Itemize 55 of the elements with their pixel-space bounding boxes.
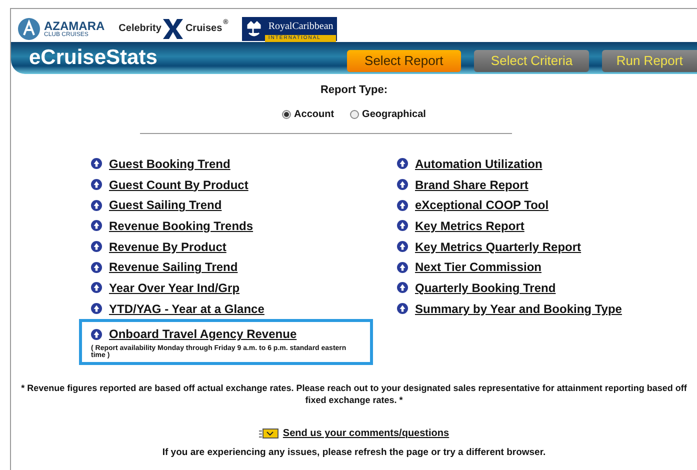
arrow-up-icon xyxy=(91,158,102,170)
globe-icon xyxy=(17,16,41,40)
radio-label: Account xyxy=(294,108,334,122)
arrow-up-icon xyxy=(397,241,408,252)
report-link[interactable]: eXceptional COOP Tool xyxy=(415,196,549,214)
footnote-text: * Revenue figures reported are based off actual exchange rates. Please reach out to your designated sales representative for attainment reporting based off fixed exchange rates. * xyxy=(20,382,688,406)
report-link[interactable]: Onboard Travel Agency Revenue xyxy=(109,325,297,344)
report-link[interactable]: Quarterly Booking Trend xyxy=(415,278,556,297)
x-logo-icon xyxy=(162,18,184,38)
arrow-up-icon xyxy=(91,262,102,273)
report-link[interactable]: Guest Sailing Trend xyxy=(109,196,222,214)
arrow-up-icon xyxy=(397,158,408,170)
arrow-up-icon xyxy=(91,303,102,314)
arrow-up-icon xyxy=(91,200,102,211)
arrow-up-icon xyxy=(91,220,102,232)
app-title: eCruiseStats xyxy=(29,45,158,71)
arrow-up-icon xyxy=(397,220,408,232)
arrow-up-icon xyxy=(397,179,408,190)
arrow-up-icon xyxy=(397,303,408,314)
logo-text: Celebrity xyxy=(118,22,162,36)
report-link[interactable]: Year Over Year Ind/Grp xyxy=(109,278,240,297)
report-link[interactable]: Brand Share Report xyxy=(415,176,528,194)
arrow-up-icon xyxy=(397,262,408,273)
report-link[interactable]: Guest Booking Trend xyxy=(109,154,230,173)
radio-button[interactable] xyxy=(350,110,360,118)
arrow-up-icon xyxy=(91,179,102,190)
report-link[interactable]: Key Metrics Report xyxy=(415,216,524,235)
report-link[interactable]: Guest Count By Product xyxy=(109,176,248,194)
report-link[interactable]: Next Tier Commission xyxy=(415,258,542,276)
step-tab[interactable]: Select Criteria xyxy=(474,50,590,72)
step-tab[interactable]: Select Report xyxy=(346,50,462,72)
arrow-up-icon xyxy=(397,282,408,294)
step-tab[interactable]: Run Report xyxy=(602,50,697,72)
help-text: If you are experiencing any issues, please refresh the page or try a different browser. xyxy=(161,446,547,460)
radio-label: Geographical xyxy=(362,108,426,122)
logo-text: AZAMARA xyxy=(44,20,105,32)
report-link[interactable]: YTD/YAG - Year at a Glance xyxy=(109,300,264,318)
radio-option[interactable]: Account xyxy=(282,106,334,122)
report-link[interactable]: Automation Utilization xyxy=(415,154,542,173)
report-link[interactable]: Revenue Sailing Trend xyxy=(109,258,238,276)
report-link[interactable]: Key Metrics Quarterly Report xyxy=(415,238,582,256)
arrow-up-icon xyxy=(91,328,102,340)
field-label: Report Type: xyxy=(319,83,389,98)
arrow-up-icon xyxy=(91,241,102,252)
radio-button[interactable] xyxy=(282,110,292,118)
radio-option[interactable]: Geographical xyxy=(350,106,426,122)
logo-text: RoyalCaribbean xyxy=(267,20,334,34)
arrow-up-icon xyxy=(397,200,408,211)
report-link[interactable]: Revenue By Product xyxy=(109,238,226,256)
report-link[interactable]: Summary by Year and Booking Type xyxy=(415,300,622,318)
logo-text: Cruises xyxy=(185,22,222,36)
arrow-up-icon xyxy=(91,282,102,294)
feedback-link[interactable]: Send us your comments/questions xyxy=(282,426,450,442)
feedback-icon xyxy=(258,428,279,440)
report-link[interactable]: Revenue Booking Trends xyxy=(109,216,254,235)
